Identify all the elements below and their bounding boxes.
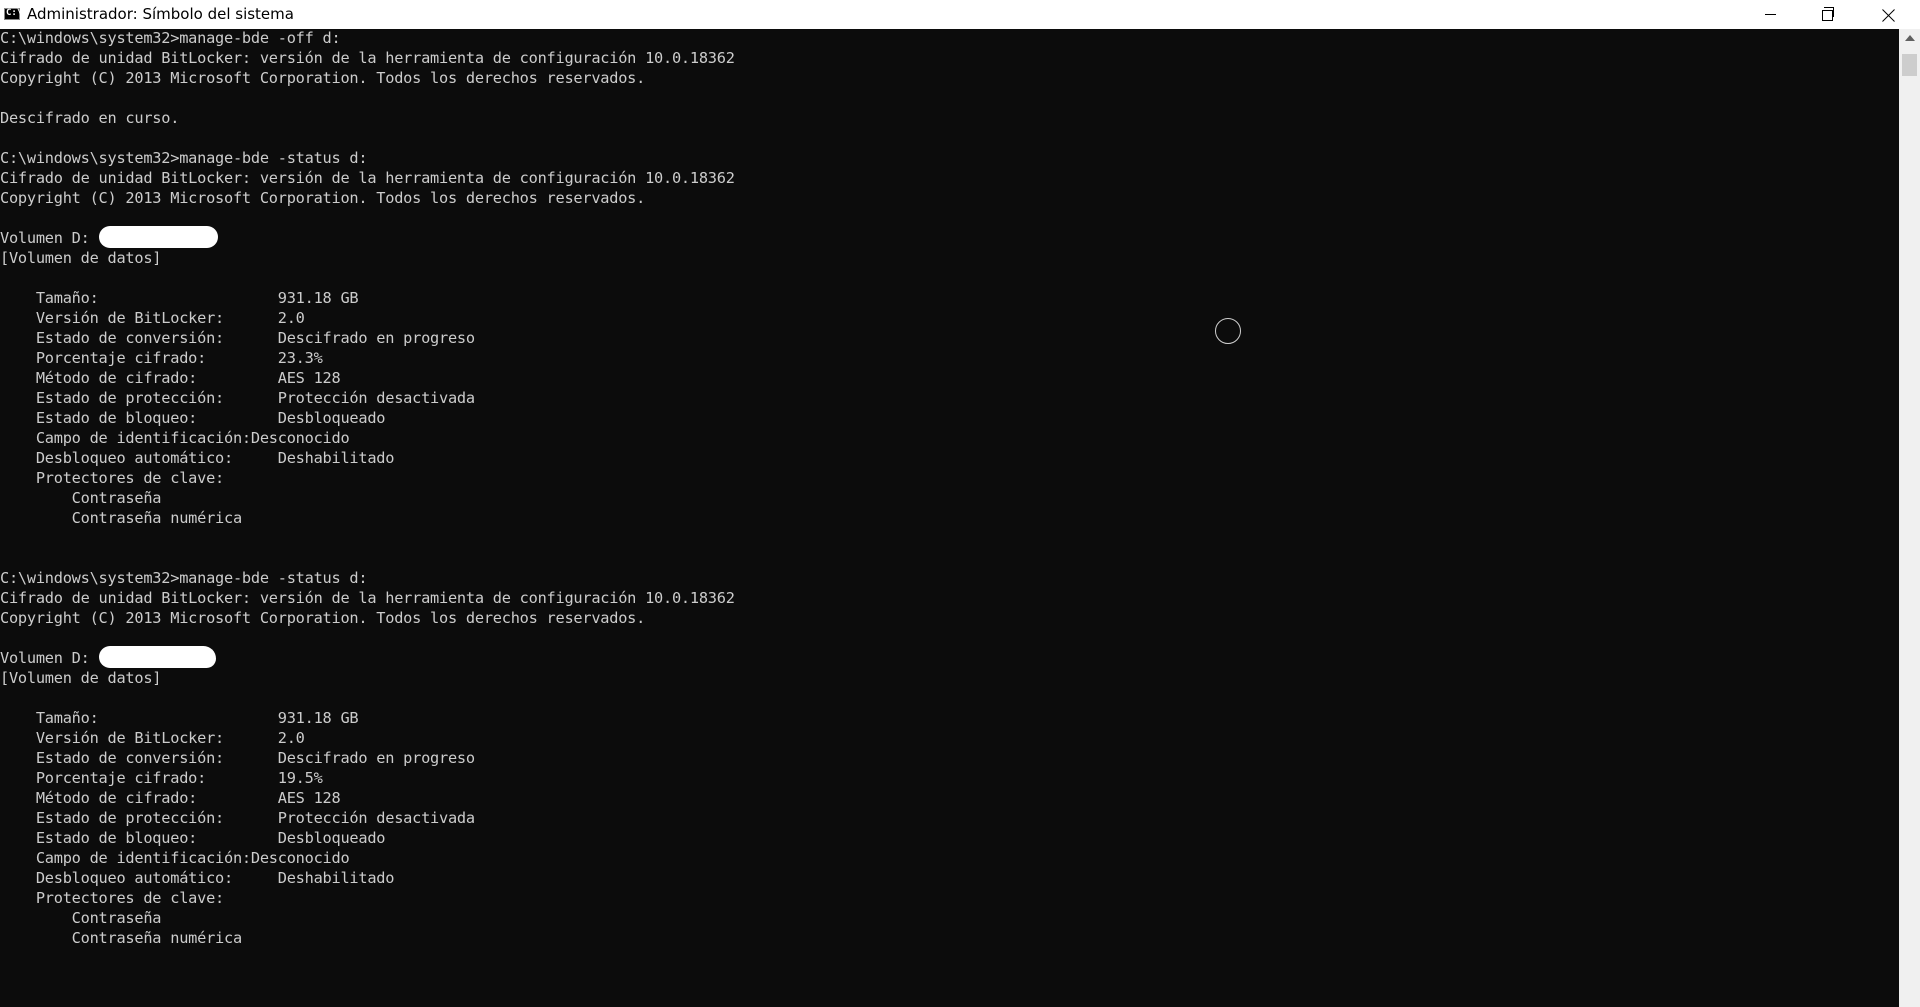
redacted-volume-id [98, 646, 216, 668]
console-line: Estado de conversión: Descifrado en prog… [0, 749, 475, 767]
minimize-icon [1764, 14, 1776, 15]
cmd-icon: C:\ [4, 8, 23, 20]
restore-button[interactable] [1799, 0, 1857, 29]
console-line: Protectores de clave: [0, 889, 224, 907]
scroll-up-arrow-icon[interactable] [1905, 35, 1915, 41]
volume-label: Volumen D: [0, 649, 99, 667]
console-line: Campo de identificación:Desconocido [0, 849, 350, 867]
console-output[interactable]: C:\windows\system32>manage-bde -off d: C… [0, 29, 1899, 1007]
busy-cursor-icon [1215, 318, 1241, 344]
scrollbar-thumb[interactable] [1902, 54, 1917, 76]
console-line: Desbloqueo automático: Deshabilitado [0, 869, 395, 887]
console-line: Estado de bloqueo: Desbloqueado [0, 409, 386, 427]
console-line: Copyright (C) 2013 Microsoft Corporation… [0, 189, 646, 207]
console-line: Cifrado de unidad BitLocker: versión de … [0, 589, 735, 607]
console-line: Tamaño: 931.18 GB [0, 289, 359, 307]
volume-line: Volumen D: [0, 646, 1899, 669]
console-line: Contraseña numérica [0, 509, 243, 527]
redacted-volume-id [98, 226, 218, 248]
console-line: C:\windows\system32>manage-bde -status d… [0, 149, 368, 167]
console-line: Cifrado de unidad BitLocker: versión de … [0, 169, 735, 187]
title-bar: C:\ Administrador: Símbolo del sistema [0, 0, 1920, 29]
console-line: Copyright (C) 2013 Microsoft Corporation… [0, 609, 646, 627]
console-line: Tamaño: 931.18 GB [0, 709, 359, 727]
console-line: Descifrado en curso. [0, 109, 180, 127]
console-line: Estado de protección: Protección desacti… [0, 389, 475, 407]
console-line: Porcentaje cifrado: 19.5% [0, 769, 323, 787]
console-line: Método de cifrado: AES 128 [0, 789, 341, 807]
vertical-scrollbar[interactable] [1899, 29, 1920, 1007]
console-line: Versión de BitLocker: 2.0 [0, 729, 305, 747]
console-line: Versión de BitLocker: 2.0 [0, 309, 305, 327]
console-line: Contraseña numérica [0, 929, 243, 947]
console-line: [Volumen de datos] [0, 669, 162, 687]
console-line: Desbloqueo automático: Deshabilitado [0, 449, 395, 467]
console-line: Campo de identificación:Desconocido [0, 429, 350, 447]
console-line: C:\windows\system32>manage-bde -status d… [0, 569, 368, 587]
volume-line: Volumen D: [0, 226, 1899, 249]
console-line: Copyright (C) 2013 Microsoft Corporation… [0, 69, 646, 87]
console-line: Contraseña [0, 909, 162, 927]
close-button[interactable] [1857, 0, 1920, 29]
console-line: C:\windows\system32>manage-bde -off d: [0, 29, 341, 47]
console-line: Estado de bloqueo: Desbloqueado [0, 829, 386, 847]
console-line: Estado de conversión: Descifrado en prog… [0, 329, 475, 347]
console-line: Estado de protección: Protección desacti… [0, 809, 475, 827]
console-line: Cifrado de unidad BitLocker: versión de … [0, 49, 735, 67]
volume-label: Volumen D: [0, 229, 99, 247]
close-icon [1882, 8, 1896, 22]
console-line: Porcentaje cifrado: 23.3% [0, 349, 323, 367]
cmd-icon-glyph: C:\ [6, 8, 23, 18]
console-line: Contraseña [0, 489, 162, 507]
minimize-button[interactable] [1741, 0, 1799, 29]
window-title: Administrador: Símbolo del sistema [27, 5, 294, 23]
restore-icon [1821, 7, 1834, 21]
console-line: Método de cifrado: AES 128 [0, 369, 341, 387]
console-line: Protectores de clave: [0, 469, 224, 487]
console-line: [Volumen de datos] [0, 249, 162, 267]
